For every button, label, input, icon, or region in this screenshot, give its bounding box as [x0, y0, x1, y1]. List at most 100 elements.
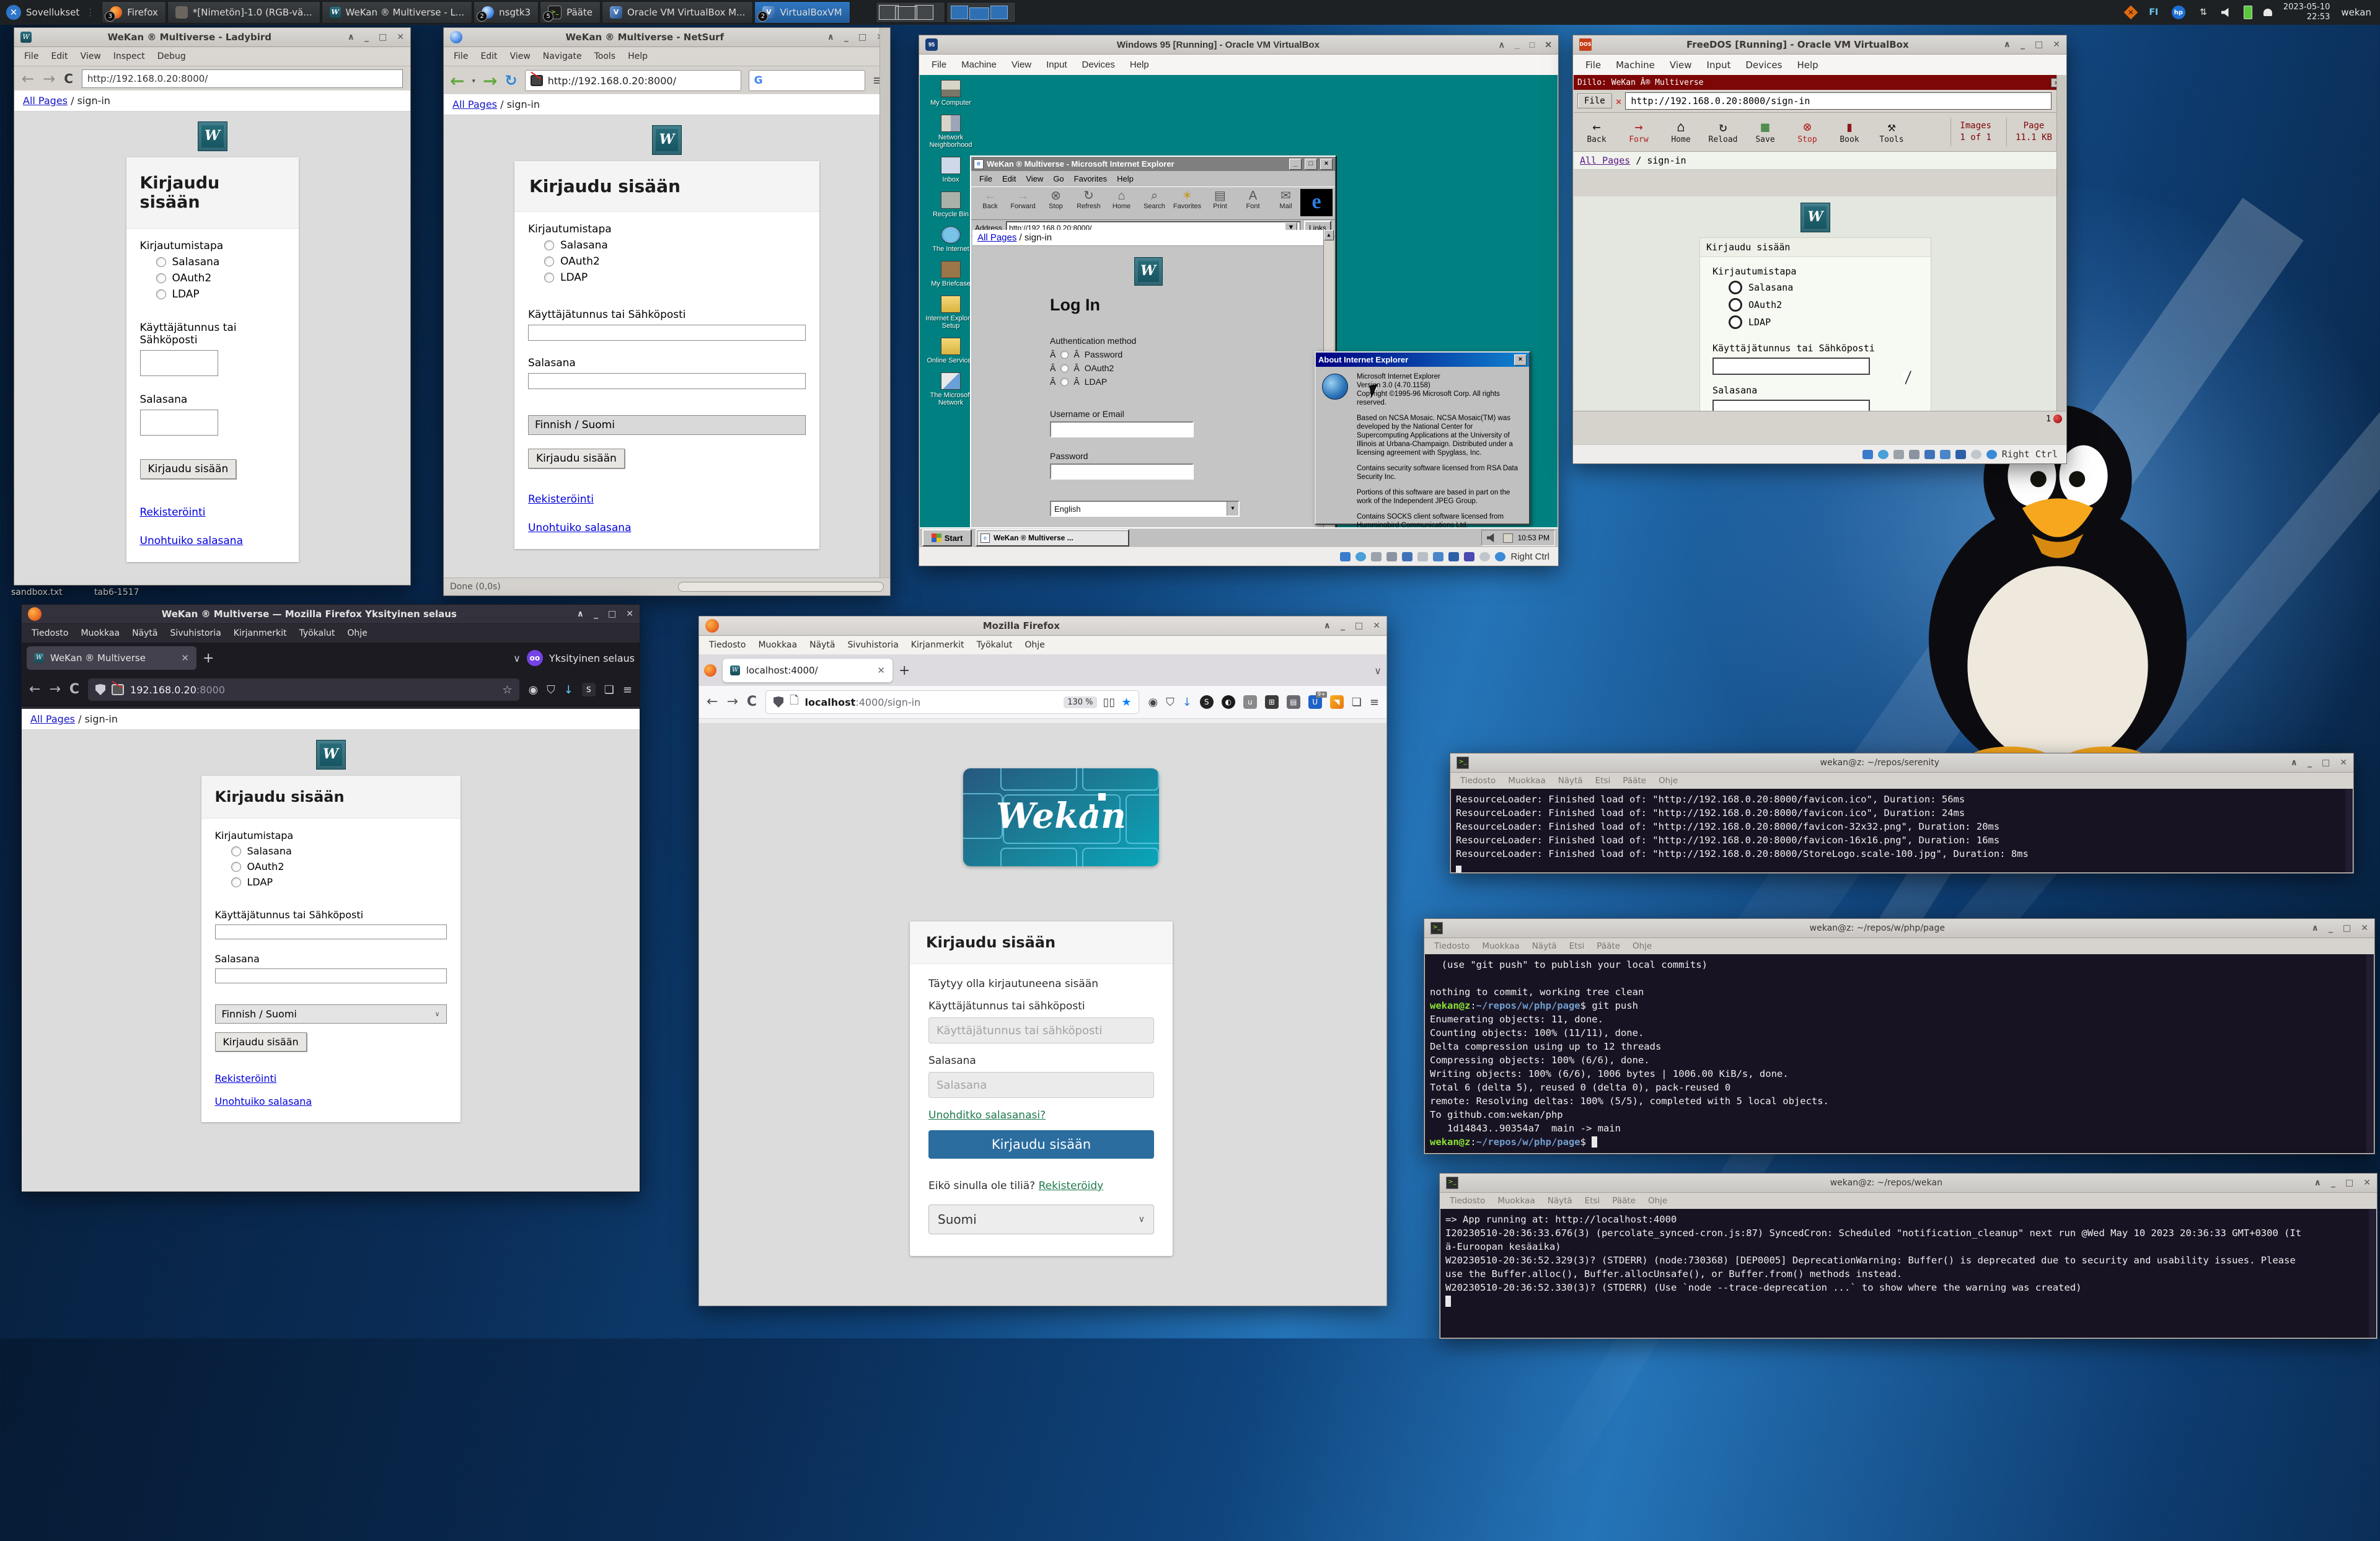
- maximize-button[interactable]: □: [2035, 40, 2043, 50]
- tray-app-icon[interactable]: ✕: [2123, 6, 2138, 20]
- horizontal-scrollbar[interactable]: [678, 582, 884, 592]
- menu-item[interactable]: Näytä: [803, 638, 841, 652]
- bug-meter-icon[interactable]: [2053, 415, 2062, 423]
- tracking-shield-icon[interactable]: [95, 684, 105, 695]
- menu-icon[interactable]: ≡: [1370, 696, 1379, 709]
- menu-item[interactable]: Devices: [1738, 57, 1789, 73]
- shade-button[interactable]: ∧: [2004, 40, 2011, 50]
- menu-item[interactable]: View: [1662, 57, 1699, 73]
- taskbar-item-firefox[interactable]: Firefox3: [102, 1, 166, 24]
- home-button[interactable]: ⌂Home: [1106, 189, 1137, 210]
- maximize-button[interactable]: □: [1530, 40, 1535, 50]
- menu-item[interactable]: Kirjanmerkit: [227, 626, 293, 641]
- ie-titlebar[interactable]: e WeKan ® Multiverse - Microsoft Interne…: [971, 157, 1335, 171]
- close-button[interactable]: ✕: [1373, 621, 1380, 631]
- reload-icon[interactable]: C: [69, 683, 79, 696]
- register-link[interactable]: Rekisteröidy: [1039, 1180, 1104, 1192]
- titlebar[interactable]: Mozilla Firefox ∧_□✕: [699, 617, 1386, 636]
- url-input[interactable]: http://192.168.0.20:8000/: [82, 69, 403, 88]
- minimize-button[interactable]: _: [594, 609, 598, 619]
- menu-item[interactable]: File: [1578, 57, 1608, 73]
- url-input[interactable]: http://192.168.0.20:8000/: [525, 70, 741, 91]
- radio-ldap[interactable]: [1060, 378, 1069, 386]
- dialog-titlebar[interactable]: About Internet Explorer ×: [1316, 353, 1529, 367]
- menu-item[interactable]: Muokkaa: [752, 638, 803, 652]
- download-icon[interactable]: ↓: [1183, 696, 1192, 709]
- dark-reader-icon[interactable]: ◐: [1222, 695, 1235, 709]
- menu-item[interactable]: Machine: [1608, 57, 1662, 73]
- menu-item[interactable]: Go: [1049, 173, 1068, 184]
- url-input[interactable]: 192.168.0.20:8000 ☆: [88, 678, 519, 701]
- menu-item[interactable]: Tools: [588, 49, 622, 64]
- scroll-up-icon[interactable]: ▲: [1324, 230, 1334, 240]
- volume-icon[interactable]: [2221, 7, 2232, 17]
- forgot-password-link[interactable]: Unohditko salasanasi?: [928, 1109, 1046, 1122]
- extension-icon[interactable]: ❏: [604, 683, 614, 696]
- workspace-switcher[interactable]: [876, 2, 1016, 23]
- radio-ldap[interactable]: [231, 877, 241, 887]
- web-search-input[interactable]: G: [749, 70, 865, 91]
- forward-icon[interactable]: →: [49, 683, 60, 696]
- menu-item[interactable]: Pääte: [1590, 939, 1626, 954]
- font-button[interactable]: AFont: [1238, 189, 1268, 210]
- dillo-titlebar[interactable]: Dillo: WeKan Â® Multiverse ✕: [1574, 75, 2066, 90]
- register-link[interactable]: Rekisteröinti: [215, 1073, 447, 1084]
- startpage-icon[interactable]: S: [1200, 695, 1214, 709]
- menu-item[interactable]: Työkalut: [293, 626, 341, 641]
- menu-item[interactable]: Ohje: [1642, 1193, 1673, 1208]
- reload-icon[interactable]: C: [747, 695, 757, 709]
- all-pages-link[interactable]: All Pages: [1580, 155, 1630, 166]
- maximize-button[interactable]: □: [1305, 159, 1317, 170]
- workspace-1[interactable]: [876, 2, 945, 23]
- radio-ldap[interactable]: [544, 273, 554, 283]
- radio-oauth2[interactable]: [544, 257, 554, 266]
- new-tab-button[interactable]: +: [899, 663, 910, 678]
- desktop-file-label[interactable]: tab6-1517: [94, 587, 139, 597]
- radio-ldap[interactable]: [156, 289, 166, 299]
- menu-item[interactable]: Ohje: [1652, 773, 1684, 788]
- password-input[interactable]: [140, 410, 218, 436]
- terminal-scrollbar[interactable]: [2366, 954, 2374, 1153]
- terminal-scrollbar[interactable]: [2369, 1209, 2376, 1338]
- shade-button[interactable]: ∧: [2314, 1178, 2321, 1188]
- minimize-button[interactable]: _: [2329, 923, 2333, 933]
- ublock-lite-icon[interactable]: u: [1243, 695, 1257, 709]
- desktop-file-label[interactable]: sandbox.txt: [11, 587, 63, 597]
- menu-item[interactable]: Debug: [151, 49, 192, 64]
- menu-item[interactable]: Input: [1039, 57, 1074, 72]
- register-link[interactable]: Rekisteröinti: [528, 493, 806, 506]
- menu-item[interactable]: File: [18, 49, 45, 64]
- menu-item[interactable]: Sivuhistoria: [842, 638, 905, 652]
- back-dropdown-icon[interactable]: ▾: [472, 77, 475, 85]
- menu-item[interactable]: View: [504, 49, 537, 64]
- menu-item[interactable]: Näytä: [1526, 939, 1563, 954]
- username-input[interactable]: [528, 325, 806, 341]
- shade-button[interactable]: ∧: [2312, 923, 2319, 933]
- menu-item[interactable]: Etsi: [1563, 939, 1591, 954]
- ublock-origin-icon[interactable]: U9+: [1308, 695, 1322, 709]
- minimize-button[interactable]: _: [1515, 40, 1520, 50]
- vertical-scrollbar[interactable]: [879, 28, 890, 578]
- language-select[interactable]: English▼: [1050, 501, 1240, 517]
- menu-item[interactable]: Näytä: [126, 626, 164, 641]
- volume-icon[interactable]: [1487, 533, 1498, 543]
- ladybird-titlebar[interactable]: W WeKan ® Multiverse - Ladybird ∧_□✕: [14, 28, 410, 47]
- hp-tray-icon[interactable]: hp: [2172, 6, 2185, 19]
- username-input[interactable]: [1050, 421, 1194, 437]
- password-manager-icon[interactable]: ◉: [1148, 696, 1158, 709]
- close-button[interactable]: ✕: [2053, 40, 2060, 50]
- workspace-2[interactable]: [946, 2, 1016, 23]
- applications-menu-icon[interactable]: ✕: [6, 5, 21, 20]
- forgot-password-link[interactable]: Unohtuiko salasana: [215, 1095, 447, 1107]
- terminal-screen[interactable]: ResourceLoader: Finished load of: "http:…: [1451, 789, 2353, 872]
- radio-password[interactable]: [231, 846, 241, 856]
- menu-item[interactable]: Machine: [954, 57, 1004, 72]
- maximize-button[interactable]: □: [379, 32, 387, 42]
- taskbar-item-wekan-ladybird[interactable]: W WeKan ® Multiverse - L...: [322, 1, 473, 24]
- menu-item[interactable]: Ohje: [1626, 939, 1658, 954]
- tray-icon[interactable]: [1503, 533, 1513, 543]
- back-icon[interactable]: ←: [450, 71, 464, 91]
- login-button[interactable]: Kirjaudu sisään: [140, 459, 237, 479]
- close-button[interactable]: ✕: [2340, 758, 2347, 768]
- radio-oauth2[interactable]: [156, 273, 166, 283]
